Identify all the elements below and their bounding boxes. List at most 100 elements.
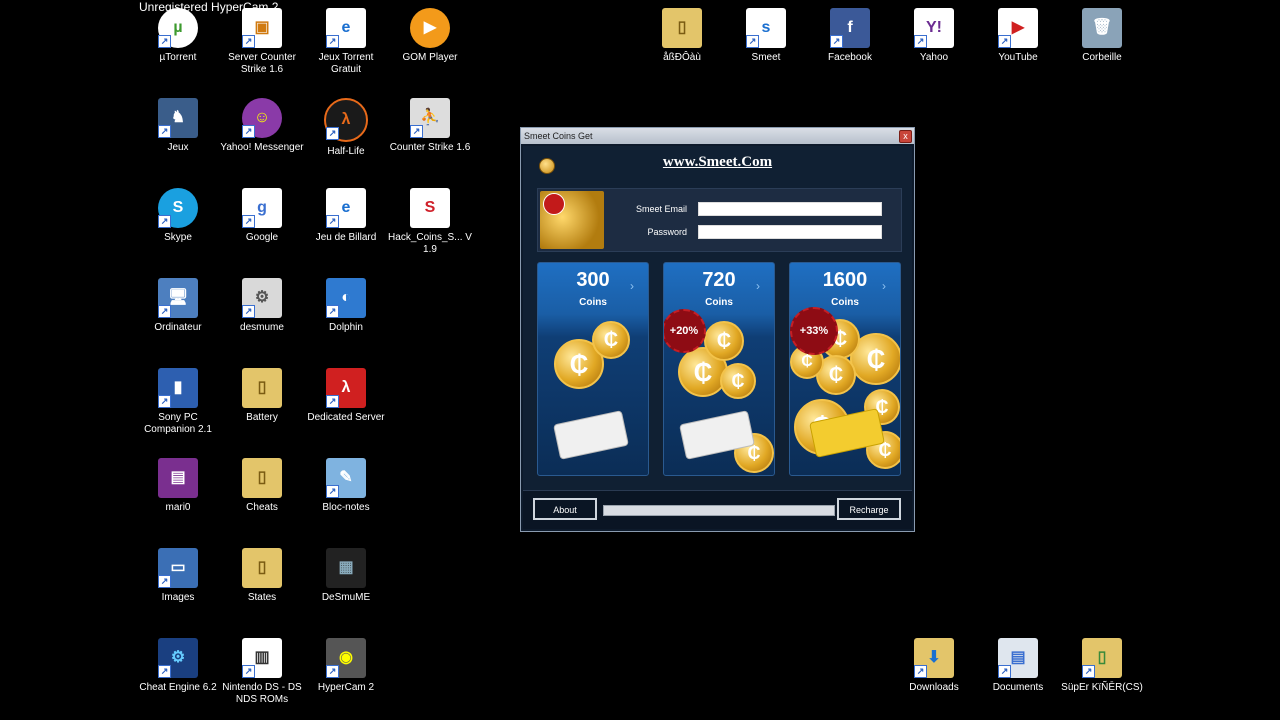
desktop-icon-folder[interactable]: ▯ åßÐÔàù	[640, 8, 724, 64]
desktop-icon-sony-pc[interactable]: ▮ ↗ Sony PC Companion 2.1	[136, 368, 220, 436]
shortcut-arrow-icon: ↗	[410, 125, 423, 138]
password-field[interactable]	[698, 225, 882, 239]
shortcut-arrow-icon: ↗	[242, 215, 255, 228]
desktop-icon-images[interactable]: ▭ ↗ Images	[136, 548, 220, 604]
desktop-icon-hack-coins[interactable]: S Hack_Coins_S... V 1.9	[388, 188, 472, 256]
desktop-icon-server-cs[interactable]: ▣ ↗ Server Counter Strike 1.6	[220, 8, 304, 76]
desktop-icon-states[interactable]: ▯ States	[220, 548, 304, 604]
shortcut-arrow-icon: ↗	[326, 305, 339, 318]
desktop-icon-dedicated-server[interactable]: λ ↗ Dedicated Server	[304, 368, 388, 424]
desktop-icon-corbeille[interactable]: 🗑 Corbeille	[1060, 8, 1144, 64]
desktop-icon-mario[interactable]: ▤ mari0	[136, 458, 220, 514]
desktop-icon-label: Facebook	[828, 52, 872, 63]
desktop-icon-label: Images	[161, 592, 195, 603]
coin-icon: ₵	[704, 321, 744, 361]
coin-pack-1600[interactable]: 1600 Coins › ₵ ₵ ₵ ₵ ₵ ₵ ₵ +33%	[789, 262, 901, 476]
desktop-icon-label: Downloads	[909, 682, 959, 693]
desktop-icon-youtube[interactable]: ▶ ↗ YouTube	[976, 8, 1060, 64]
google-icon: g ↗	[242, 188, 282, 228]
recharge-button[interactable]: Recharge	[837, 498, 901, 520]
desktop-icon-cheats[interactable]: ▯ Cheats	[220, 458, 304, 514]
phone-icon: ▮ ↗	[158, 368, 198, 408]
window-header: www.Smeet.Com	[523, 146, 912, 186]
shortcut-arrow-icon: ↗	[158, 575, 171, 588]
shortcut-arrow-icon: ↗	[326, 665, 339, 678]
shortcut-arrow-icon: ↗	[746, 35, 759, 48]
desktop-icon-label: mari0	[165, 502, 191, 513]
gear-icon: ⚙ ↗	[242, 278, 282, 318]
close-button[interactable]: x	[899, 130, 912, 143]
internet-explorer-icon: e ↗	[326, 188, 366, 228]
desktop-icon-label: Jeux Torrent Gratuit	[318, 52, 374, 75]
desktop-icon-smeet[interactable]: s ↗ Smeet	[724, 8, 808, 64]
smeet-icon: s ↗	[746, 8, 786, 48]
desktop-icon-yahoo-messenger[interactable]: ☺ ↗ Yahoo! Messenger	[220, 98, 304, 154]
desktop-icon-label: Dedicated Server	[307, 412, 385, 423]
desktop-icon-jeu-billard[interactable]: e ↗ Jeu de Billard	[304, 188, 388, 244]
desktop-icon-label: HyperCam 2	[317, 682, 375, 693]
shortcut-arrow-icon: ↗	[1082, 665, 1095, 678]
coin-icon: ₵	[720, 363, 756, 399]
desktop-icon-label: Half-Life	[327, 146, 365, 157]
nintendo-ds-icon: ▥ ↗	[242, 638, 282, 678]
desktop-icon-battery[interactable]: ▯ Battery	[220, 368, 304, 424]
desktop-icon-bloc-notes[interactable]: ✎ ↗ Bloc-notes	[304, 458, 388, 514]
window-titlebar[interactable]: Smeet Coins Get x	[521, 128, 914, 144]
desktop-icon-label: Yahoo	[919, 52, 949, 63]
desktop-icon-cheat-engine[interactable]: ⚙ ↗ Cheat Engine 6.2	[136, 638, 220, 694]
notepad-icon: ✎ ↗	[326, 458, 366, 498]
desktop-icon-half-life[interactable]: λ ↗ Half-Life	[304, 98, 388, 158]
desktop-icon-documents[interactable]: ▤ ↗ Documents	[976, 638, 1060, 694]
desktop-icon-counter-strike[interactable]: ⛹ ↗ Counter Strike 1.6	[388, 98, 472, 154]
desktop-icon-label: Documents	[992, 682, 1044, 693]
desktop-icon-utorrent[interactable]: µ ↗ µTorrent	[136, 8, 220, 64]
desktop-icon-dolphin[interactable]: ◐ ↗ Dolphin	[304, 278, 388, 334]
desktop-icon-desmume2[interactable]: ▦ DeSmuME	[304, 548, 388, 604]
desktop-icon-label: Server Counter Strike 1.6	[228, 52, 296, 75]
cheat-engine-icon: ⚙ ↗	[158, 638, 198, 678]
badge-icon	[543, 193, 565, 215]
desktop-icon-google[interactable]: g ↗ Google	[220, 188, 304, 244]
bonus-badge: +33%	[790, 307, 838, 355]
desktop-icon-yahoo[interactable]: Y! ↗ Yahoo	[892, 8, 976, 64]
about-button[interactable]: About	[533, 498, 597, 520]
shortcut-arrow-icon: ↗	[158, 215, 171, 228]
folder-icon: ▯	[242, 458, 282, 498]
desktop-icon-desmume[interactable]: ⚙ ↗ desmume	[220, 278, 304, 334]
pack-unit: Coins	[579, 297, 607, 308]
desktop-icon-nintendo-ds[interactable]: ▥ ↗ Nintendo DS - DS NDS ROMs	[220, 638, 304, 706]
coin-pack-720[interactable]: 720 Coins › ₵ ₵ ₵ ₵ +20%	[663, 262, 775, 476]
coin-pack-300[interactable]: 300 Coins › ₵ ₵	[537, 262, 649, 476]
desktop-icon-label: Skype	[164, 232, 192, 243]
site-link[interactable]: www.Smeet.Com	[523, 154, 912, 171]
shortcut-arrow-icon: ↗	[326, 35, 339, 48]
desktop-icon-jeux-torrent[interactable]: e ↗ Jeux Torrent Gratuit	[304, 8, 388, 76]
desktop-icon-super[interactable]: ▯ ↗ SüpEr KïÑĒR(CS)	[1060, 638, 1144, 694]
pack-unit: Coins	[705, 297, 733, 308]
window-client-area: www.Smeet.Com Smeet Email Password 300 C…	[523, 146, 912, 529]
shortcut-arrow-icon: ↗	[914, 35, 927, 48]
gom-player-icon: ▶	[410, 8, 450, 48]
documents-folder-icon: ▤ ↗	[998, 638, 1038, 678]
desktop-icon-skype[interactable]: S ↗ Skype	[136, 188, 220, 244]
coin-packs: 300 Coins › ₵ ₵ 720 Coins › ₵ ₵ ₵ ₵ +20%	[537, 262, 901, 476]
half-life-icon: λ ↗	[326, 368, 366, 408]
window-title: Smeet Coins Get	[524, 131, 593, 141]
desktop-icon-ordinateur[interactable]: 🖥 ↗ Ordinateur	[136, 278, 220, 334]
shortcut-arrow-icon: ↗	[158, 35, 171, 48]
desktop-icon-hypercam[interactable]: ◉ ↗ HyperCam 2	[304, 638, 388, 694]
half-life-icon: λ ↗	[324, 98, 368, 142]
computer-icon: 🖥 ↗	[158, 278, 198, 318]
desktop-icon-label: Jeu de Billard	[315, 232, 377, 243]
email-field[interactable]	[698, 202, 882, 216]
desktop-icon-jeux[interactable]: ♞ ↗ Jeux	[136, 98, 220, 154]
server-icon: ▣ ↗	[242, 8, 282, 48]
desktop-icon-label: desmume	[240, 322, 284, 333]
desktop-icon-facebook[interactable]: f ↗ Facebook	[808, 8, 892, 64]
password-label: Password	[647, 227, 687, 237]
desktop-icon-label: åßÐÔàù	[663, 52, 701, 63]
bonus-badge: +20%	[664, 309, 706, 353]
desktop-icon-downloads[interactable]: ⬇ ↗ Downloads	[892, 638, 976, 694]
archive-icon: ▤	[158, 458, 198, 498]
desktop-icon-gom-player[interactable]: ▶ GOM Player	[388, 8, 472, 64]
